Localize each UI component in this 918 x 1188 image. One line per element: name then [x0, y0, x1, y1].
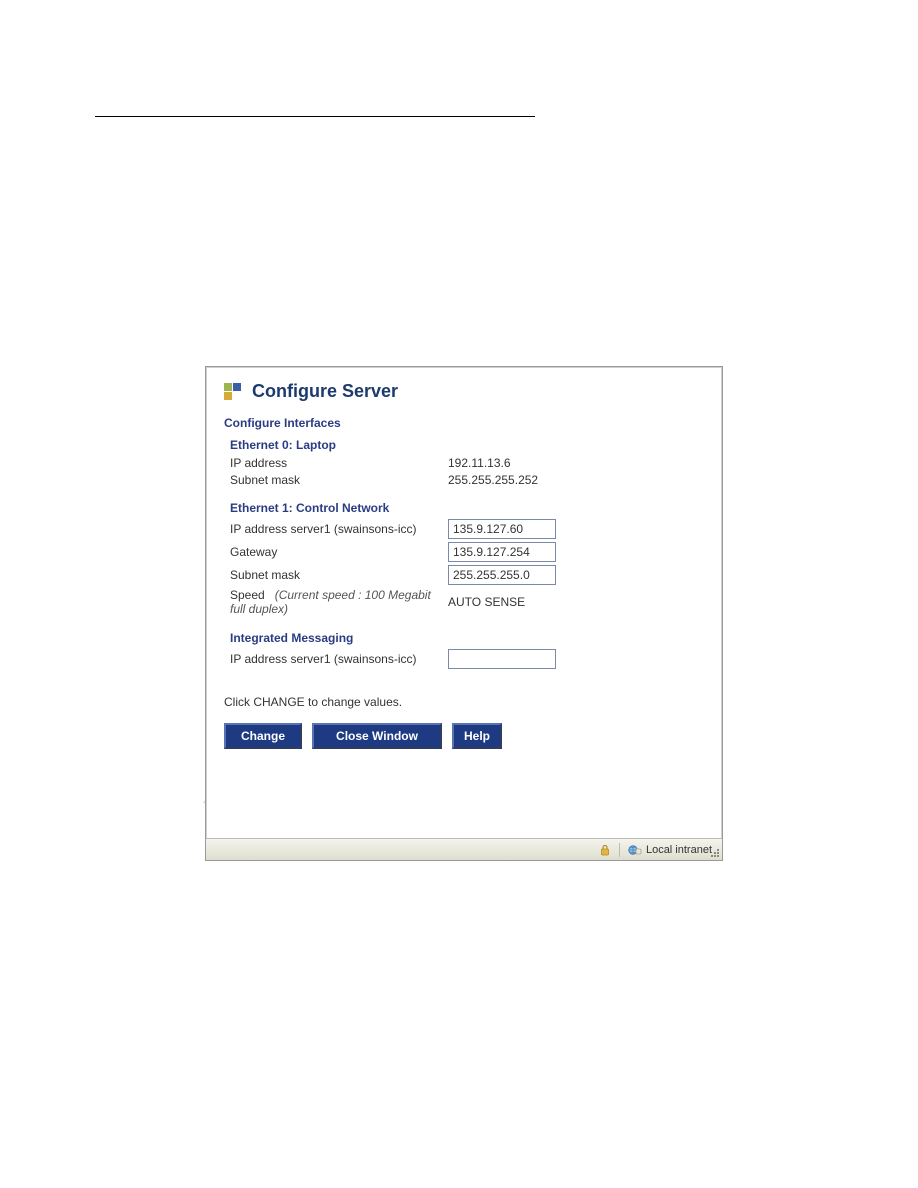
statusbar-separator: [619, 843, 620, 857]
eth1-gateway-row: Gateway: [230, 542, 704, 562]
change-button[interactable]: Change: [224, 723, 302, 749]
resize-grip-icon[interactable]: [708, 846, 720, 858]
eth1-speed-value: AUTO SENSE: [448, 595, 525, 609]
im-ip-row: IP address server1 (swainsons-icc): [230, 649, 704, 669]
eth1-speed-label: Speed: [230, 588, 265, 602]
eth1-ip-row: IP address server1 (swainsons-icc): [230, 519, 704, 539]
eth1-heading: Ethernet 1: Control Network: [230, 501, 704, 515]
intranet-zone-icon: [628, 844, 642, 856]
eth1-ip-label: IP address server1 (swainsons-icc): [230, 522, 448, 536]
section-configure-interfaces: Configure Interfaces: [224, 416, 704, 430]
header-divider: [95, 116, 535, 117]
eth1-mask-row: Subnet mask: [230, 565, 704, 585]
im-ip-label: IP address server1 (swainsons-icc): [230, 652, 448, 666]
eth0-mask-label: Subnet mask: [230, 473, 448, 487]
eth1-gateway-input[interactable]: [448, 542, 556, 562]
eth1-speed-row: Speed (Current speed : 100 Megabit full …: [230, 588, 704, 617]
instruction-text: Click CHANGE to change values.: [224, 695, 704, 709]
help-button[interactable]: Help: [452, 723, 502, 749]
eth0-ip-row: IP address 192.11.13.6: [230, 456, 704, 470]
eth1-ip-input[interactable]: [448, 519, 556, 539]
close-window-button[interactable]: Close Window: [312, 723, 442, 749]
eth1-mask-label: Subnet mask: [230, 568, 448, 582]
eth0-ip-value: 192.11.13.6: [448, 456, 511, 470]
integrated-messaging-heading: Integrated Messaging: [230, 631, 704, 645]
eth0-mask-value: 255.255.255.252: [448, 473, 538, 487]
lock-icon: [599, 844, 611, 856]
page-title: Configure Server: [252, 381, 398, 402]
eth1-gateway-label: Gateway: [230, 545, 448, 559]
eth1-mask-input[interactable]: [448, 565, 556, 585]
app-logo-icon: [224, 383, 242, 401]
eth0-heading: Ethernet 0: Laptop: [230, 438, 704, 452]
security-zone-label: Local intranet: [646, 844, 712, 856]
eth0-mask-row: Subnet mask 255.255.255.252: [230, 473, 704, 487]
im-ip-input[interactable]: [448, 649, 556, 669]
button-row: Change Close Window Help: [224, 723, 704, 749]
status-bar: Local intranet: [206, 838, 722, 860]
configure-server-window: Configure Server Configure Interfaces Et…: [205, 366, 723, 861]
eth0-ip-label: IP address: [230, 456, 448, 470]
